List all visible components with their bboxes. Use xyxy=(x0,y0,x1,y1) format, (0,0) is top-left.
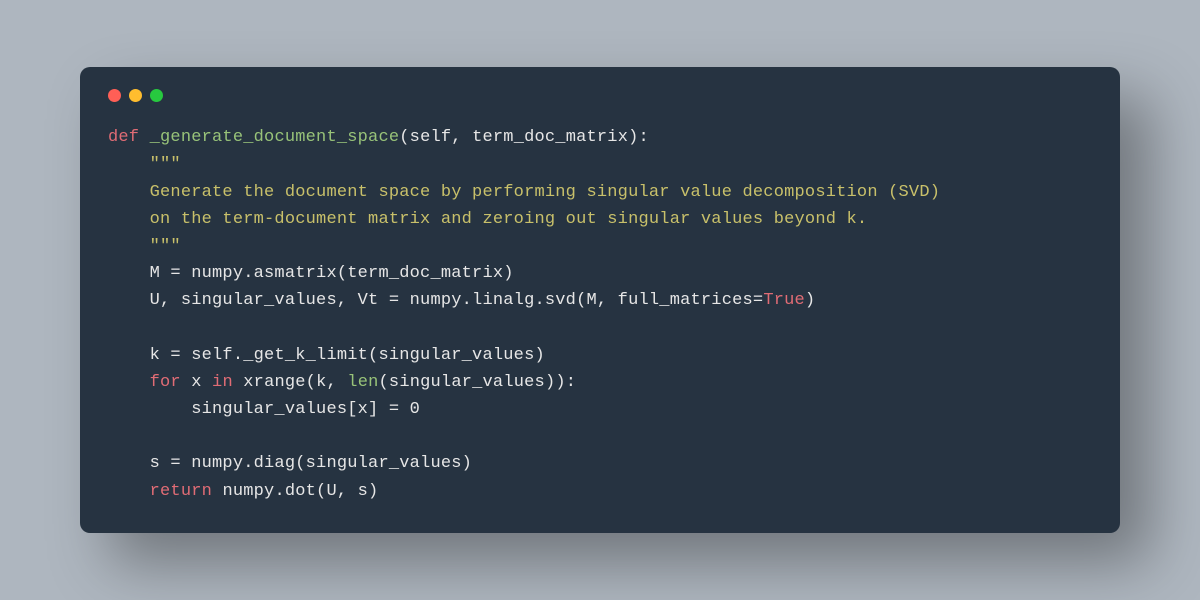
code-line: k = self._get_k_limit(singular_values) xyxy=(150,346,545,365)
minimize-icon[interactable] xyxy=(129,89,142,102)
window-titlebar xyxy=(108,89,1092,102)
indent xyxy=(108,210,150,229)
docstring-line: on the term-document matrix and zeroing … xyxy=(150,210,868,229)
constant-true: True xyxy=(763,291,805,310)
function-name: _generate_document_space xyxy=(150,128,400,147)
space xyxy=(202,373,212,392)
code-line: s = numpy.diag(singular_values) xyxy=(150,454,472,473)
indent xyxy=(108,454,150,473)
code-line: singular_values[x] = 0 xyxy=(191,400,420,419)
paren-close: ) xyxy=(805,291,815,310)
maximize-icon[interactable] xyxy=(150,89,163,102)
indent xyxy=(108,237,150,256)
docstring-close: """ xyxy=(150,237,181,256)
indent xyxy=(108,346,150,365)
keyword-return: return xyxy=(150,482,212,501)
code-line: M = numpy.asmatrix(term_doc_matrix) xyxy=(150,264,514,283)
keyword-for: for xyxy=(150,373,181,392)
code-line: U, singular_values, Vt = numpy.linalg.sv… xyxy=(150,291,764,310)
code-window: def _generate_document_space(self, term_… xyxy=(80,67,1120,533)
space xyxy=(212,482,222,501)
indent xyxy=(108,291,150,310)
paren-open: ( xyxy=(399,128,409,147)
code-line: numpy.dot(U, s) xyxy=(222,482,378,501)
indent xyxy=(108,183,150,202)
params: self, term_doc_matrix xyxy=(410,128,628,147)
code-text: xrange(k, xyxy=(243,373,347,392)
paren-close: ): xyxy=(628,128,649,147)
space xyxy=(181,373,191,392)
indent xyxy=(108,373,150,392)
code-text: (singular_values)): xyxy=(379,373,577,392)
indent xyxy=(108,155,150,174)
code-block: def _generate_document_space(self, term_… xyxy=(108,124,1092,505)
keyword-in: in xyxy=(212,373,233,392)
space xyxy=(233,373,243,392)
close-icon[interactable] xyxy=(108,89,121,102)
keyword-def: def xyxy=(108,128,139,147)
docstring-line: Generate the document space by performin… xyxy=(150,183,941,202)
space xyxy=(139,128,149,147)
indent xyxy=(108,482,150,501)
indent xyxy=(108,400,191,419)
builtin-len: len xyxy=(347,373,378,392)
docstring-open: """ xyxy=(150,155,181,174)
var: x xyxy=(191,373,201,392)
indent xyxy=(108,264,150,283)
